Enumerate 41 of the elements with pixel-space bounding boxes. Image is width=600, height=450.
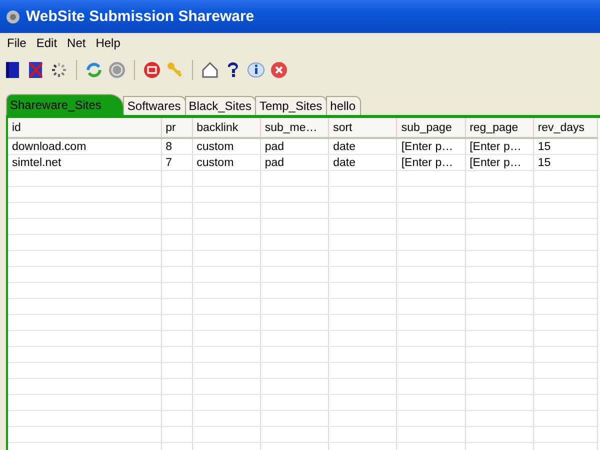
table-cell: [Enter p… — [396, 138, 466, 154]
column-header[interactable]: backlink — [192, 118, 260, 138]
column-header[interactable]: rev_days — [533, 118, 598, 138]
menu-item[interactable]: File — [2, 36, 32, 50]
column-header[interactable]: reg_page — [465, 118, 534, 138]
app-icon — [6, 10, 20, 24]
column-header[interactable]: id — [8, 118, 162, 138]
column-header[interactable]: sort — [328, 118, 397, 138]
table-cell: simtel.net — [8, 154, 162, 170]
table-cell: custom — [192, 154, 260, 170]
table-cell: download.com — [8, 138, 162, 154]
tab[interactable]: Shareware_Sites — [6, 94, 124, 115]
column-header[interactable]: sub_me… — [260, 118, 329, 138]
table-cell: 15 — [533, 138, 598, 154]
table-cell: date — [328, 138, 397, 154]
window-title: WebSite Submission Shareware — [26, 8, 254, 25]
table-cell: 8 — [161, 138, 192, 154]
menu-item[interactable]: Help — [90, 36, 126, 50]
tab[interactable]: hello — [326, 96, 361, 115]
menu-item[interactable]: Edit — [31, 36, 62, 50]
tab[interactable]: Softwares — [123, 96, 186, 115]
column-header[interactable]: sub_page — [396, 118, 466, 138]
tab[interactable]: Temp_Sites — [255, 96, 328, 115]
refresh-icon[interactable] — [84, 60, 104, 80]
tab[interactable]: Black_Sites — [184, 96, 256, 115]
table-cell: date — [328, 154, 397, 170]
table-cell: 7 — [161, 154, 192, 170]
close-icon[interactable] — [269, 60, 289, 80]
column-header[interactable]: pr — [161, 118, 192, 138]
menu-item[interactable]: Net — [62, 36, 91, 50]
loading-icon[interactable] — [49, 60, 69, 80]
table-cell: pad — [260, 138, 329, 154]
table-cell: custom — [192, 138, 260, 154]
home-icon[interactable] — [200, 60, 220, 80]
table-cell: [Enter p… — [465, 154, 534, 170]
table-cell: [Enter p… — [396, 154, 466, 170]
info-icon[interactable] — [246, 60, 266, 80]
table-cell: pad — [260, 154, 329, 170]
stop-icon[interactable] — [142, 60, 162, 80]
table-cell: 15 — [533, 154, 598, 170]
table-cell: [Enter p… — [465, 138, 534, 154]
